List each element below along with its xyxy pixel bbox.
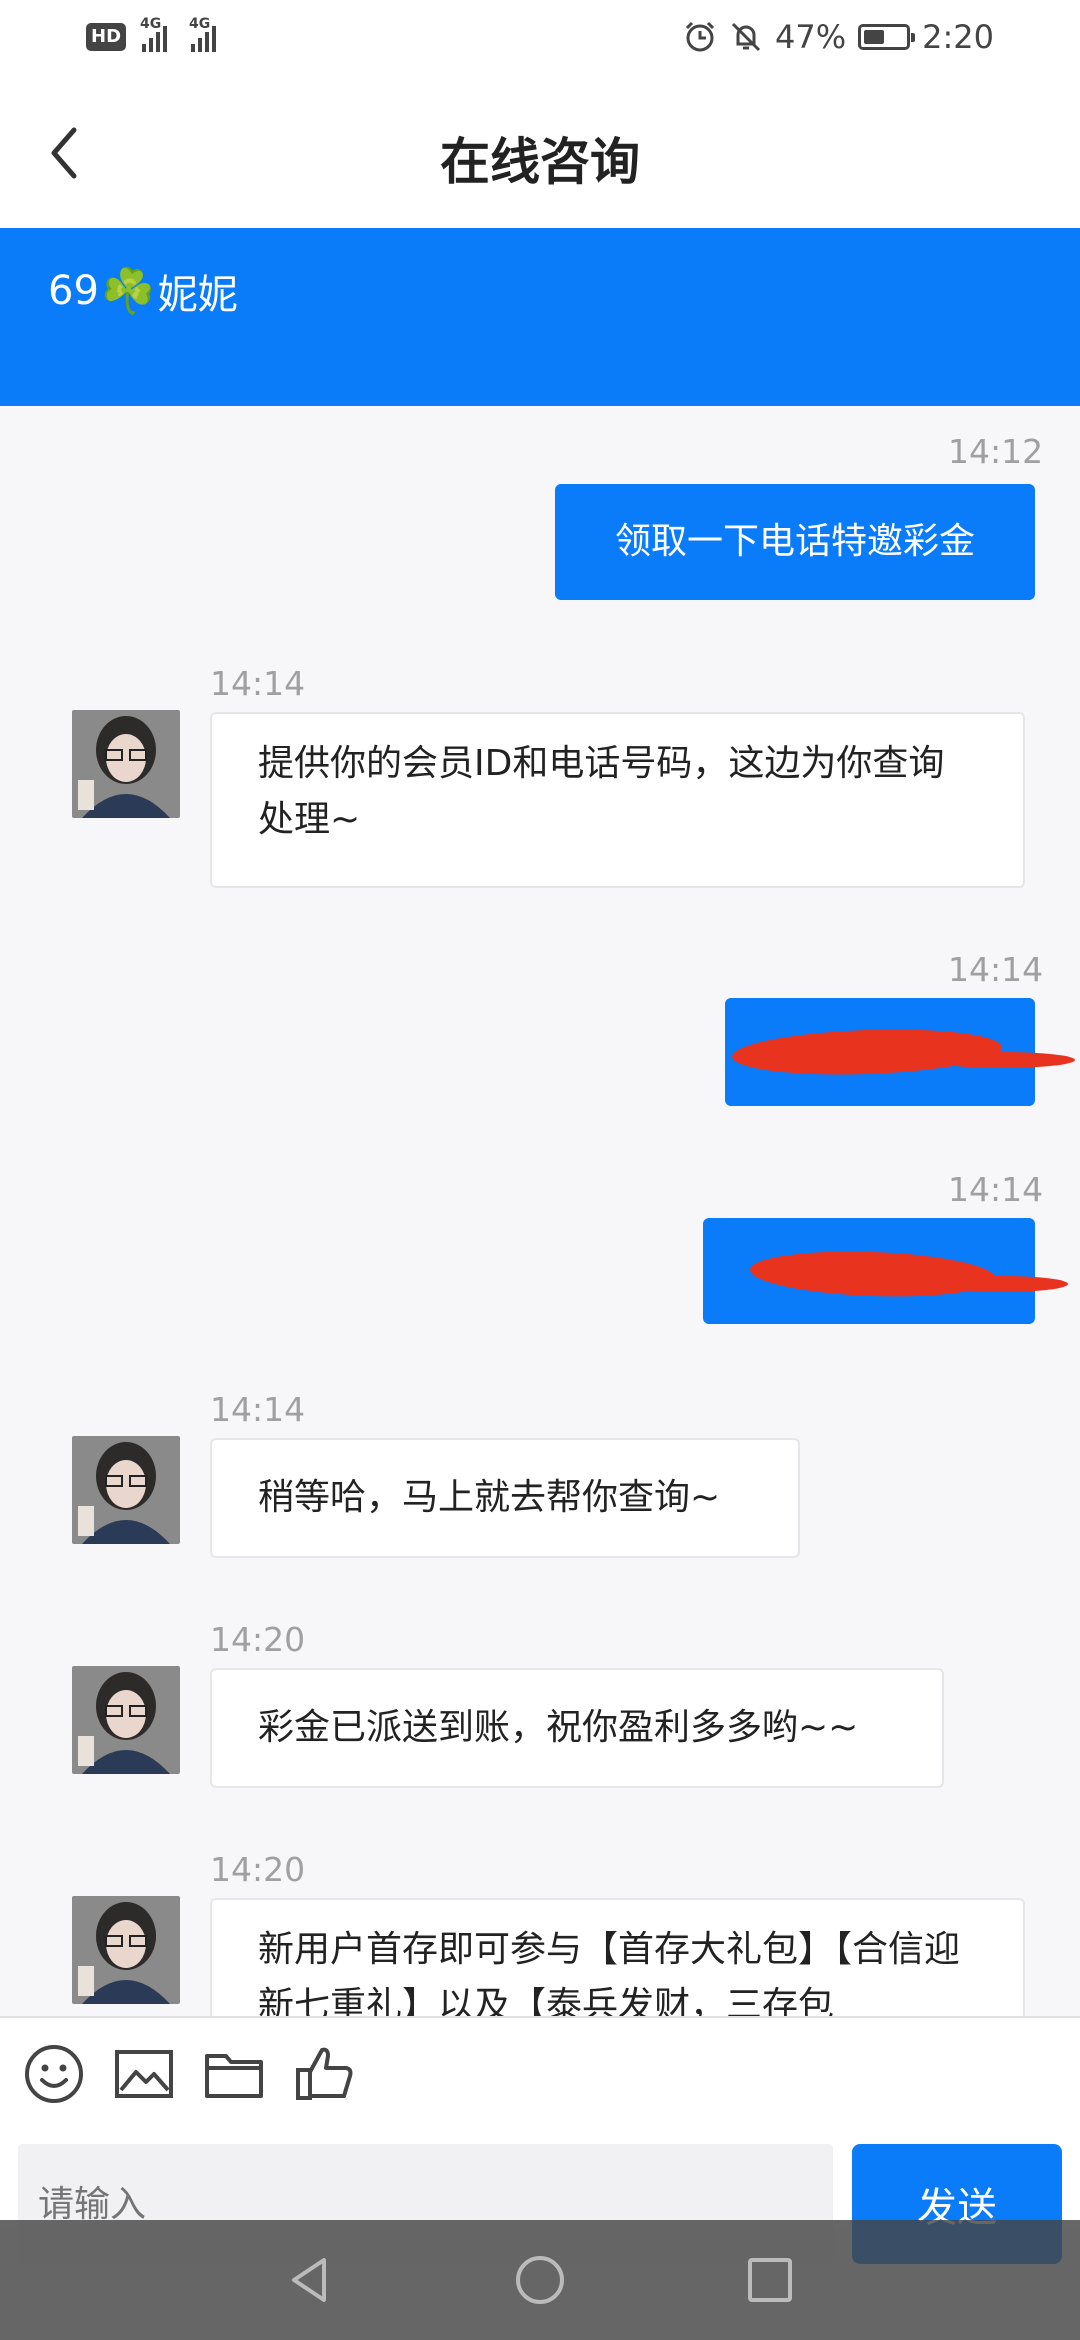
image-icon[interactable] — [112, 2042, 176, 2106]
redaction-mark — [930, 1052, 1075, 1068]
message-time: 14:14 — [948, 950, 1044, 989]
composer-toolbar — [0, 2016, 1080, 2134]
recents-square-icon[interactable] — [740, 2250, 800, 2310]
redaction-mark — [940, 1276, 1068, 1292]
avatar — [72, 1436, 180, 1544]
agent-name: 69 ☘️ 妮妮 — [48, 266, 238, 318]
message-time: 14:12 — [948, 432, 1044, 471]
incoming-message[interactable]: 提供你的会员ID和电话号码，这边为你查询处理~ — [210, 712, 1025, 888]
mute-bell-icon — [731, 22, 761, 52]
message-time: 14:20 — [210, 1620, 306, 1659]
home-circle-icon[interactable] — [510, 2250, 570, 2310]
status-time: 2:20 — [922, 18, 994, 56]
outgoing-message[interactable]: 领取一下电话特邀彩金 — [555, 484, 1035, 600]
battery-percent: 47% — [775, 18, 847, 56]
emoji-icon[interactable] — [22, 2042, 86, 2106]
status-left: HD 4G 4G — [86, 16, 217, 52]
composer-bar: 发送 — [0, 2134, 1080, 2264]
avatar — [72, 1666, 180, 1774]
message-time: 14:20 — [210, 1850, 306, 1889]
incoming-message[interactable]: 稍等哈，马上就去帮你查询~ — [210, 1438, 800, 1558]
message-time: 14:14 — [210, 1390, 306, 1429]
hd-badge: HD — [86, 23, 127, 51]
status-bar: HD 4G 4G 47% 2:20 — [0, 0, 1080, 80]
signal-icon-1: 4G — [140, 16, 168, 52]
thumbs-up-icon[interactable] — [292, 2042, 356, 2106]
back-triangle-icon[interactable] — [280, 2250, 340, 2310]
system-nav-bar — [0, 2220, 1080, 2340]
alarm-icon — [685, 21, 715, 52]
folder-icon[interactable] — [202, 2042, 266, 2106]
page-title: 在线咨询 — [440, 133, 640, 191]
incoming-message[interactable]: 彩金已派送到账，祝你盈利多多哟~~ — [210, 1668, 944, 1788]
incoming-message[interactable]: 新用户首存即可参与【首存大礼包】【合信迎新七重礼】以及【泰兵发财，三存包 — [210, 1898, 1025, 2016]
battery-icon — [858, 24, 916, 50]
message-time: 14:14 — [210, 664, 306, 703]
message-time: 14:14 — [948, 1170, 1044, 1209]
chat-area[interactable]: 14:12 领取一下电话特邀彩金 14:14 提供你的会员ID和电话号码，这边为… — [0, 406, 1080, 2016]
avatar — [72, 1896, 180, 2004]
clover-icon: ☘️ — [100, 266, 156, 317]
top-nav: 在线咨询 — [0, 80, 1080, 228]
signal-icon-2: 4G — [189, 16, 217, 52]
agent-banner: 69 ☘️ 妮妮 — [0, 228, 1080, 406]
status-right: 47% 2:20 — [683, 18, 994, 56]
avatar — [72, 710, 180, 818]
